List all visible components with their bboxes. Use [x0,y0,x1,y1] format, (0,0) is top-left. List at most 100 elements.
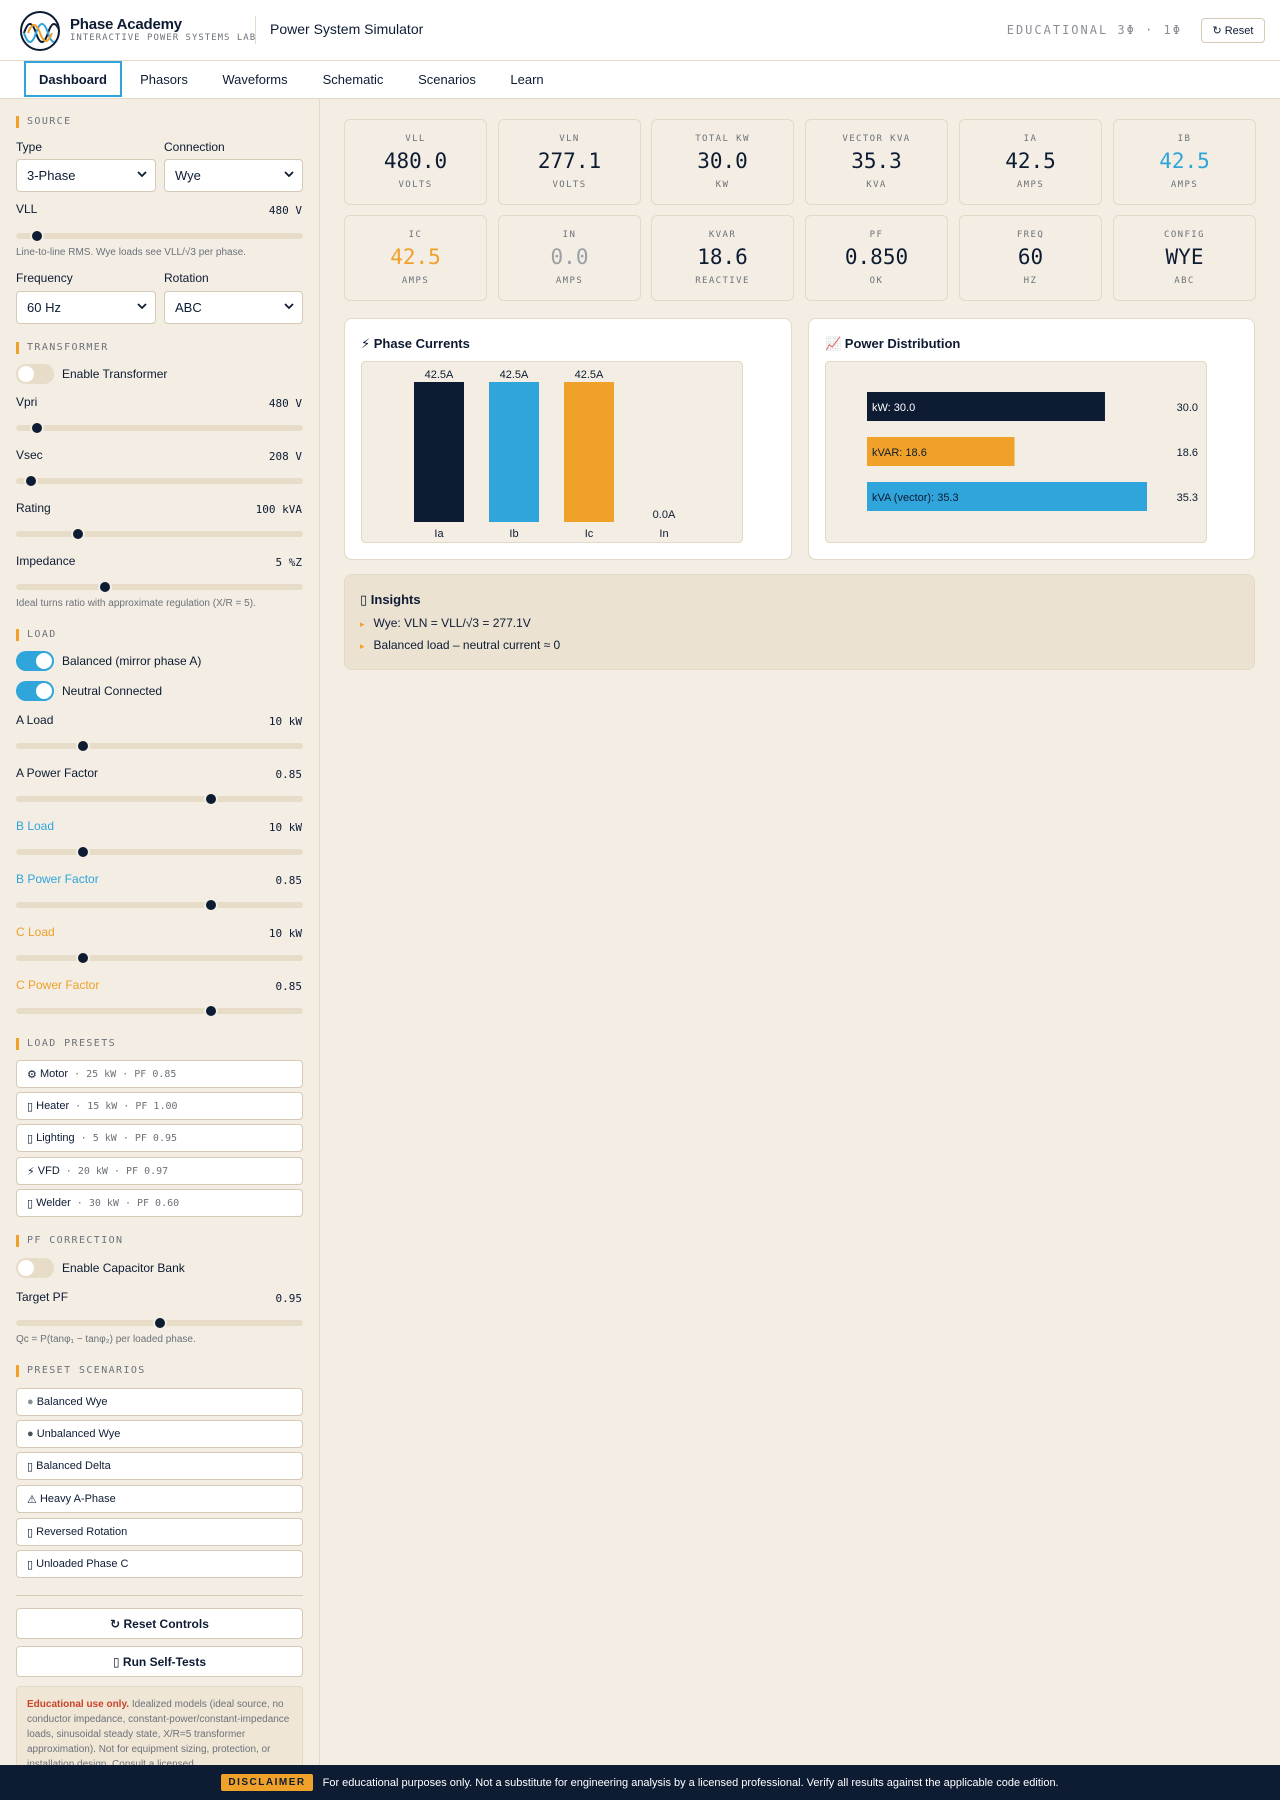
bar-category-label: Ia [434,528,444,540]
scenario-name: Balanced Wye [36,1396,108,1408]
metric-value: 18.6 [697,245,748,269]
preset-lighting-button[interactable]: ▯ Lighting · 5 kW · PF 0.95 [16,1124,303,1152]
section-transformer-heading: TRANSFORMER [16,342,109,354]
a-pf-slider[interactable] [16,792,303,806]
tab-scenarios[interactable]: Scenarios [407,61,487,98]
lightbulb-icon: ▯ [27,1132,34,1145]
neutral-toggle[interactable] [16,681,54,701]
scenario-reversed-rotation-button[interactable]: ▯ Reversed Rotation [16,1518,303,1546]
b-pf-value: 0.85 [275,874,303,887]
tab-phasors[interactable]: Phasors [130,61,198,98]
tab-waveforms[interactable]: Waveforms [212,61,298,98]
metric-unit: KW [715,180,730,190]
preset-motor-button[interactable]: ⚙ Motor · 25 kW · PF 0.85 [16,1060,303,1088]
reset-controls-button[interactable]: ↻ Reset Controls [16,1608,303,1639]
triangle-icon: ▯ [27,1460,34,1473]
insight-item: ▸ Wye: VLN = VLL/√3 = 277.1V [360,616,531,630]
preset-heater-button[interactable]: ▯ Heater · 15 kW · PF 1.00 [16,1092,303,1120]
metric-key: CONFIG [1164,230,1205,240]
slider-thumb[interactable] [76,739,91,753]
preset-meta: · 20 kW · PF 0.97 [65,1165,169,1177]
metric-card-vector-kva: VECTOR KVA 35.3 KVA [805,119,948,205]
scenario-heavy-a-phase-button[interactable]: ⚠ Heavy A-Phase [16,1485,303,1513]
a-pf-value: 0.85 [275,768,303,781]
phase-wave-logo-icon [20,11,60,51]
slider-thumb[interactable] [204,898,219,912]
vll-slider[interactable] [16,229,303,243]
metric-unit: VOLTS [398,180,433,190]
slider-thumb[interactable] [204,1004,219,1018]
scenario-balanced-wye-button[interactable]: ● Balanced Wye [16,1388,303,1416]
c-pf-slider[interactable] [16,1004,303,1018]
scenario-unbalanced-wye-button[interactable]: ● Unbalanced Wye [16,1420,303,1448]
unplug-icon: ▯ [27,1558,34,1571]
slider-thumb[interactable] [70,527,85,541]
slider-thumb[interactable] [204,792,219,806]
scenario-balanced-delta-button[interactable]: ▯ Balanced Delta [16,1452,303,1480]
metric-card-in: IN 0.0 AMPS [498,215,641,301]
metric-key: IB [1177,134,1192,144]
metric-card-ib: IB 42.5 AMPS [1113,119,1256,205]
enable-transformer-toggle[interactable] [16,364,54,384]
slider-thumb[interactable] [152,1316,167,1330]
b-pf-slider[interactable] [16,898,303,912]
bar-ia [414,382,464,522]
tab-bar: Dashboard Phasors Waveforms Schematic Sc… [0,61,1280,99]
preset-meta: · 25 kW · PF 0.85 [74,1068,177,1080]
slider-thumb[interactable] [29,229,44,243]
rating-slider[interactable] [16,527,303,541]
tab-learn[interactable]: Learn [502,61,552,98]
metric-unit: AMPS [1016,180,1045,190]
vsec-slider[interactable] [16,474,303,488]
rotation-select-value: ABC [175,300,202,315]
metric-card-pf: PF 0.850 OK [805,215,948,301]
slider-thumb[interactable] [97,580,112,594]
tab-dashboard[interactable]: Dashboard [24,61,122,97]
enable-transformer-label: Enable Transformer [62,367,168,381]
run-self-tests-button[interactable]: ▯ Run Self-Tests [16,1646,303,1677]
frequency-select[interactable]: 60 Hz [16,291,156,324]
section-load-heading: LOAD [16,629,57,641]
type-select[interactable]: 3-Phase [16,159,156,192]
type-label: Type [16,140,43,154]
preset-vfd-button[interactable]: ⚡ VFD · 20 kW · PF 0.97 [16,1157,303,1185]
frequency-label: Frequency [16,271,73,285]
slider-thumb[interactable] [76,951,91,965]
brand-name: Phase Academy [70,16,182,33]
metric-key: VECTOR KVA [842,134,911,144]
vpri-slider[interactable] [16,421,303,435]
metric-card-vll: VLL 480.0 VOLTS [344,119,487,205]
preset-name: Heater [36,1100,70,1112]
b-load-slider[interactable] [16,845,303,859]
rotation-select[interactable]: ABC [164,291,303,324]
slider-thumb[interactable] [76,845,91,859]
preset-name: Welder [36,1197,71,1209]
a-load-slider[interactable] [16,739,303,753]
metric-value: WYE [1165,245,1204,269]
c-load-slider[interactable] [16,951,303,965]
metric-key: VLN [559,134,580,144]
target-pf-slider[interactable] [16,1316,303,1330]
metric-value: 277.1 [537,149,602,173]
chevron-down-icon [284,303,294,310]
welder-icon: ▯ [27,1197,34,1210]
gear-icon: ⚙ [27,1068,37,1081]
bar-data-label: 42.5A [500,369,529,381]
bar-category-label: Ib [509,528,518,540]
preset-meta: · 5 kW · PF 0.95 [80,1132,177,1144]
connection-select[interactable]: Wye [164,159,303,192]
section-presets-heading: LOAD PRESETS [16,1038,116,1050]
slider-thumb[interactable] [24,474,39,488]
section-scenarios-heading: PRESET SCENARIOS [16,1365,146,1377]
balanced-toggle[interactable] [16,651,54,671]
scenario-unloaded-phase-c-button[interactable]: ▯ Unloaded Phase C [16,1550,303,1578]
tab-schematic[interactable]: Schematic [313,61,393,98]
metric-unit: AMPS [401,276,430,286]
preset-welder-button[interactable]: ▯ Welder · 30 kW · PF 0.60 [16,1189,303,1217]
slider-thumb[interactable] [29,421,44,435]
capacitor-bank-toggle[interactable] [16,1258,54,1278]
impedance-slider[interactable] [16,580,303,594]
header-reset-button[interactable]: ↻ Reset [1201,18,1265,43]
reset-label: Reset [1224,24,1254,37]
connection-select-value: Wye [175,168,201,183]
